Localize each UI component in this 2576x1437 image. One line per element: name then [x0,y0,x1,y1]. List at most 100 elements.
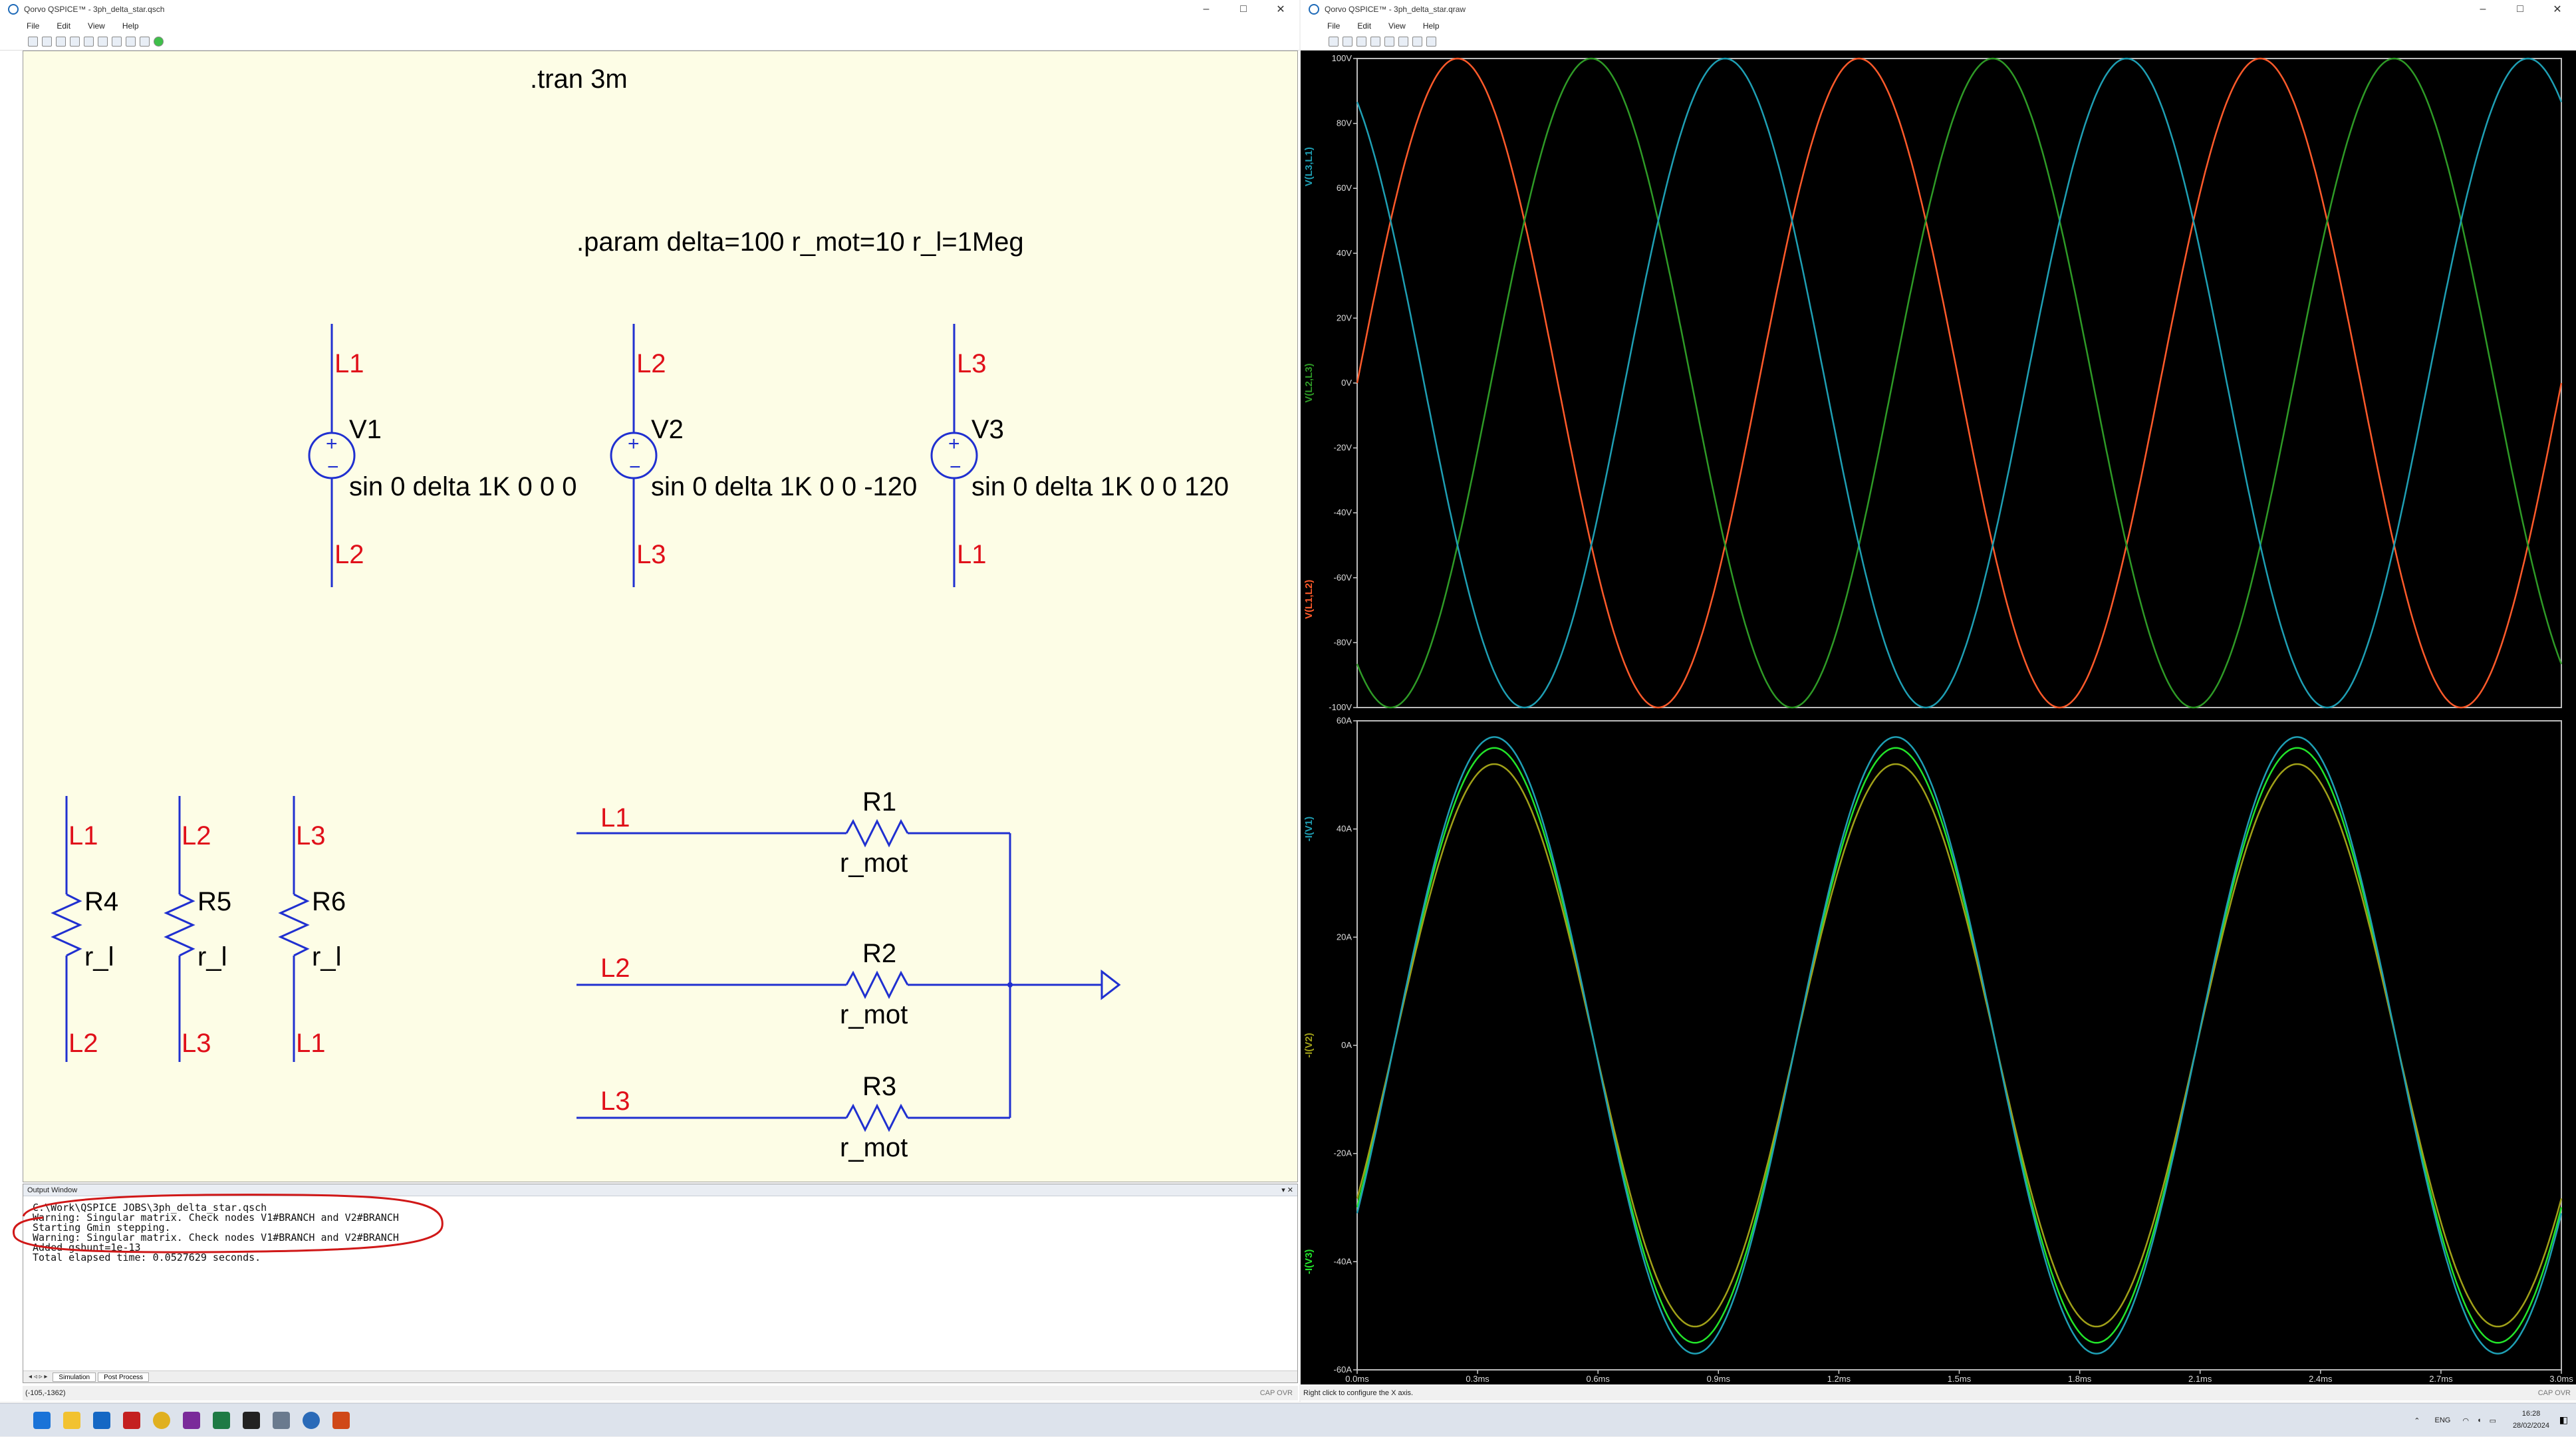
save-icon[interactable] [1356,37,1366,47]
svg-text:+: + [628,433,640,455]
waveform-viewer[interactable]: 100V 80V 60V 40V 20V 0V -20V -40V -60V -80V -100V V… [1301,51,2576,1384]
tran-directive[interactable]: .tran 3m [530,65,628,94]
source-v1[interactable]: + − L1 L2 V1 sin 0 delta 1K 0 0 0 [308,324,577,587]
menu-view[interactable]: View [88,21,105,31]
tab-simulation[interactable]: Simulation [53,1372,96,1382]
resistor-r6[interactable]: L3 R6 r_l L1 [278,796,346,1062]
resistor-r4-name: R4 [84,887,118,916]
y-tick-label: -80V [1334,637,1352,647]
resistor-r1[interactable]: L1 R1 r_mot [577,787,1010,878]
outlook-icon[interactable] [93,1412,110,1429]
toolbar [1301,33,2576,51]
series-label: V(L1,L2) [1303,580,1315,619]
close-button[interactable]: ✕ [2539,0,2576,19]
maximize-button[interactable]: □ [2502,0,2539,19]
resistor-r1-name: R1 [862,787,896,817]
run-icon[interactable] [154,37,164,47]
resistor-r5-bottom-node: L3 [182,1029,211,1058]
cut-icon[interactable] [1370,37,1380,47]
menu-help[interactable]: Help [122,21,139,31]
y-tick-label: 100V [1332,53,1352,63]
menu-file[interactable]: File [27,21,39,31]
resistor-r2-node: L2 [600,954,630,983]
zoom-icon[interactable] [1412,37,1422,47]
wifi-icon[interactable]: ◠ [2462,1416,2469,1425]
y-tick-label: 60A [1337,716,1352,725]
plot-pane-1: 100V 80V 60V 40V 20V 0V -20V -40V -60V -80V -100V V… [1303,53,2563,712]
new-file-icon[interactable] [28,37,38,47]
output-window-close-icon[interactable]: ▾ ✕ [1281,1184,1293,1196]
y-tick-label: 60V [1337,183,1352,193]
cut-icon[interactable] [70,37,80,47]
help-icon[interactable] [140,37,150,47]
y-tick-label: -40A [1334,1256,1352,1266]
resistor-r4[interactable]: L1 R4 r_l L2 [51,796,118,1062]
chrome-icon[interactable] [153,1412,170,1429]
terminal-icon[interactable] [243,1412,260,1429]
x-tick-label: 3.0ms [2549,1374,2573,1384]
qspice-taskbar-icon[interactable] [303,1412,320,1429]
menu-help[interactable]: Help [1423,21,1440,31]
resistor-r3[interactable]: L3 R3 r_mot [577,1072,1010,1162]
tray-chevron-icon[interactable]: ⌃ [2414,1416,2420,1425]
menu-view[interactable]: View [1388,21,1406,31]
x-tick-label: 0.3ms [1466,1374,1489,1384]
minimize-button[interactable]: – [1188,0,1225,19]
source-v2[interactable]: + − L2 L3 V2 sin 0 delta 1K 0 0 -120 [610,324,917,587]
menu-file[interactable]: File [1327,21,1340,31]
open-folder-icon[interactable] [42,37,52,47]
resistor-r3-name: R3 [862,1072,896,1101]
y-tick-label: -100V [1329,702,1352,712]
close-button[interactable]: ✕ [1262,0,1299,19]
language-indicator[interactable]: ENG [2434,1416,2450,1424]
battery-icon[interactable]: ▭ [2490,1416,2496,1425]
clock[interactable]: 16:28 28/02/2024 [2513,1408,2549,1432]
y-tick-label: -60V [1334,573,1352,583]
volume-icon[interactable]: ◖ [2477,1416,2482,1424]
start-icon[interactable] [33,1412,51,1429]
paste-icon[interactable] [98,37,108,47]
title-bar[interactable]: Qorvo QSPICE™ - 3ph_delta_star.qsch – □ … [0,0,1299,19]
notifications-icon[interactable]: ◧ [2559,1414,2568,1426]
file-explorer-icon[interactable] [63,1412,80,1429]
svg-text:+: + [326,433,338,455]
powerpoint-icon[interactable] [332,1412,350,1429]
calculator-icon[interactable] [273,1412,290,1429]
clock-date: 28/02/2024 [2512,1422,2549,1430]
copy-icon[interactable] [1384,37,1394,47]
zoom-icon[interactable] [126,37,136,47]
tab-nav-arrows-icon[interactable]: ◂ ◃ ▹ ▸ [29,1373,47,1380]
clock-time: 16:28 [2521,1410,2541,1418]
menu-edit[interactable]: Edit [1357,21,1371,31]
maximize-button[interactable]: □ [1225,0,1262,19]
resistor-r2[interactable]: L2 R2 r_mot [577,939,1121,1029]
minimize-button[interactable]: – [2464,0,2502,19]
save-icon[interactable] [56,37,66,47]
system-tray: ⌃ ENG ◠ ◖ ▭ [2414,1404,2496,1437]
resistor-r5-name: R5 [197,887,231,916]
schematic-canvas[interactable]: .tran 3m .param delta=100 r_mot=10 r_l=1… [23,51,1298,1182]
y-tick-label: 0A [1341,1040,1352,1050]
resistor-r5-top-node: L2 [182,821,211,850]
svg-text:−: − [629,456,641,478]
resistor-r6-name: R6 [312,887,346,916]
onenote-icon[interactable] [183,1412,200,1429]
print-icon[interactable] [1398,37,1408,47]
menu-edit[interactable]: Edit [57,21,70,31]
y-tick-label: 20V [1337,313,1352,323]
print-icon[interactable] [112,37,122,47]
help-icon[interactable] [1426,37,1436,47]
resistor-r5[interactable]: L2 R5 r_l L3 [164,796,231,1062]
source-v1-bottom-node: L2 [334,540,364,569]
y-tick-label: 40V [1337,248,1352,258]
pdf-reader-icon[interactable] [123,1412,140,1429]
tab-post-process[interactable]: Post Process [98,1372,150,1382]
open-folder-icon[interactable] [1343,37,1352,47]
param-directive[interactable]: .param delta=100 r_mot=10 r_l=1Meg [577,227,1024,257]
excel-icon[interactable] [213,1412,230,1429]
title-bar[interactable]: Qorvo QSPICE™ - 3ph_delta_star.qraw – □ … [1301,0,2576,19]
source-v3[interactable]: + − L3 L1 V3 sin 0 delta 1K 0 0 120 [930,324,1229,587]
new-file-icon[interactable] [1329,37,1339,47]
resistor-r6-top-node: L3 [296,821,326,850]
copy-icon[interactable] [84,37,94,47]
